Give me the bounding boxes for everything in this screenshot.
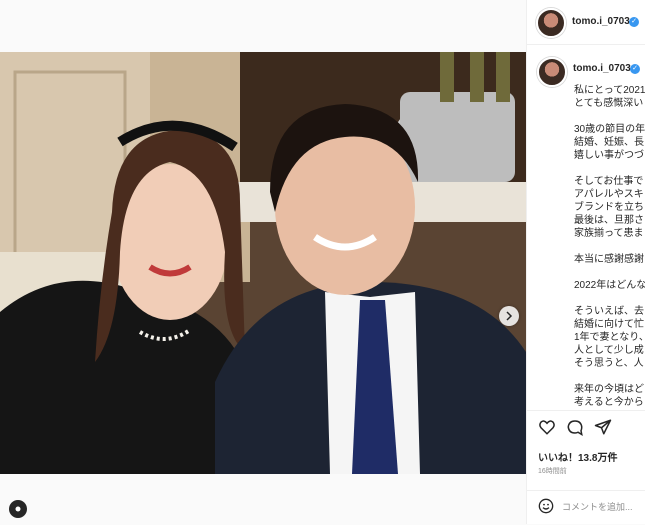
post-timestamp[interactable]: 16時間前 — [538, 466, 567, 476]
heart-icon[interactable] — [538, 418, 556, 436]
caption-line: アパレルやスキ — [574, 189, 644, 200]
caption-gap — [574, 266, 645, 279]
next-image-button[interactable] — [499, 306, 519, 326]
caption-gap — [574, 110, 645, 123]
more-options-icon[interactable] — [9, 500, 27, 518]
caption-line: 結婚、妊娠、長 — [574, 137, 644, 148]
caption-line: そしてお仕事で — [574, 176, 644, 187]
caption-line: そういえば、去 — [574, 306, 644, 317]
avatar[interactable] — [536, 8, 566, 38]
comment-icon[interactable] — [566, 418, 584, 436]
caption-line: 家族揃って患ま — [574, 228, 644, 239]
caption-line: とても感慨深い — [574, 98, 644, 109]
post-photo[interactable] — [0, 52, 526, 474]
caption-gap — [574, 370, 645, 383]
caption-line: 嬉しい事がつづ — [574, 150, 644, 161]
paper-plane-icon[interactable] — [594, 418, 612, 436]
header-username[interactable]: tomo.i_0703 — [572, 16, 630, 27]
couple-photo — [0, 52, 526, 474]
caption-line: ブランドを立ち — [574, 202, 644, 213]
caption-line: 人として少し成 — [574, 345, 644, 356]
caption-gap — [574, 162, 645, 175]
likes-count[interactable]: いいね！13.8万件 — [538, 449, 617, 464]
caption-line: 2022年はどんな — [574, 280, 645, 291]
verified-badge-icon: ✓ — [630, 64, 640, 74]
caption-username[interactable]: tomo.i_0703 — [573, 63, 631, 74]
caption-line: 本当に感謝感謝 — [574, 254, 644, 265]
comment-input[interactable] — [562, 499, 642, 515]
caption-line: 30歳の節目の年 — [574, 124, 645, 135]
caption-line: 私にとって2021 — [574, 85, 645, 96]
caption-line: 1年で妻となり、 — [574, 332, 645, 343]
caption-line: 考えると今から — [574, 397, 644, 407]
caption-line: そう思うと、人 — [574, 358, 644, 369]
post-header: tomo.i_0703 ✓ — [526, 0, 645, 45]
emoji-icon[interactable] — [538, 498, 554, 514]
post-caption: 私にとって2021 とても感慨深い 30歳の節目の年 結婚、妊娠、長 嬉しい事がつづ そし… — [574, 84, 645, 407]
caption-gap — [574, 240, 645, 253]
caption-avatar[interactable] — [537, 57, 567, 87]
instagram-post: tomo.i_0703 ✓ tomo.i_0703 ✓ 私にとって2021 とても… — [0, 0, 645, 524]
caption-gap — [574, 292, 645, 305]
chevron-right-icon — [506, 311, 513, 321]
caption-line: 結婚に向けて忙 — [574, 319, 644, 330]
verified-badge-icon: ✓ — [629, 17, 639, 27]
caption-line: 最後は、旦那さ — [574, 215, 644, 226]
caption-line: 来年の今頃はど — [574, 384, 644, 395]
